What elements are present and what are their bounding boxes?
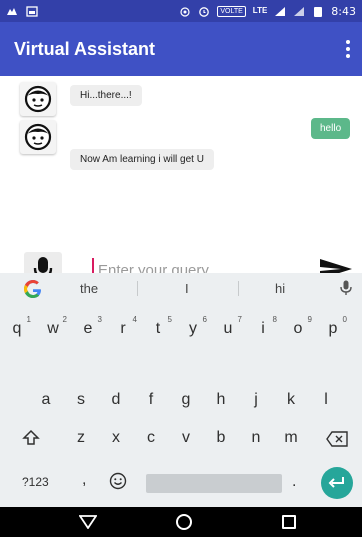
signal-icon	[275, 6, 286, 16]
key-v[interactable]: v	[173, 429, 199, 447]
key-h[interactable]: h	[208, 391, 234, 409]
suggestion-strip: the I hi	[0, 273, 362, 303]
notification-icon	[7, 7, 17, 15]
space-key[interactable]	[146, 474, 282, 493]
bot-message: Now Am learning i will get U	[70, 149, 214, 170]
suggestion-item[interactable]: the	[80, 281, 98, 296]
key-m[interactable]: m	[278, 429, 304, 447]
key-hint: 8	[272, 315, 277, 324]
key-j[interactable]: j	[243, 391, 269, 409]
key-a[interactable]: a	[33, 391, 59, 409]
key-e[interactable]: e3	[75, 315, 102, 338]
period-key[interactable]: .	[292, 473, 296, 491]
bot-message: Hi...there...!	[70, 85, 142, 106]
key-hint: 2	[62, 315, 67, 324]
shift-icon[interactable]	[22, 429, 40, 447]
navigation-bar	[0, 507, 362, 537]
key-y[interactable]: y6	[180, 315, 207, 338]
emoji-icon[interactable]	[109, 472, 127, 490]
suggestion-divider	[238, 281, 239, 296]
key-hint: 1	[26, 315, 31, 324]
key-label: y	[189, 320, 197, 337]
key-o[interactable]: o9	[285, 315, 312, 338]
key-label: i	[261, 320, 265, 337]
key-x[interactable]: x	[103, 429, 129, 447]
hotspot-icon	[180, 6, 190, 17]
more-vert-icon[interactable]	[344, 40, 352, 58]
key-label: o	[293, 320, 303, 337]
volte-badge: VOLTE	[217, 5, 246, 17]
enter-icon	[328, 477, 344, 488]
app-title: Virtual Assistant	[14, 38, 156, 59]
signal-secondary-icon	[294, 6, 305, 16]
image-notification-icon	[26, 5, 38, 17]
key-w[interactable]: w2	[40, 315, 67, 338]
key-l[interactable]: l	[313, 391, 339, 409]
key-hint: 5	[167, 315, 172, 324]
key-f[interactable]: f	[138, 391, 164, 409]
status-bar: VOLTE LTE 8:43	[0, 0, 362, 22]
key-hint: 4	[132, 315, 137, 324]
suggestion-divider	[137, 281, 138, 296]
key-hint: 7	[237, 315, 242, 324]
key-i[interactable]: i8	[250, 315, 277, 338]
voice-input-icon[interactable]	[340, 280, 352, 296]
lte-indicator: LTE	[252, 6, 268, 15]
backspace-icon[interactable]	[326, 431, 348, 447]
key-p[interactable]: p0	[320, 315, 347, 338]
user-message: hello	[311, 118, 351, 139]
clock: 8:43	[331, 4, 356, 18]
key-b[interactable]: b	[208, 429, 234, 447]
key-label: q	[12, 320, 22, 337]
key-label: u	[223, 320, 233, 337]
battery-icon	[314, 6, 323, 17]
key-label: r	[120, 320, 126, 337]
key-label: p	[328, 320, 338, 337]
key-label: e	[83, 320, 93, 337]
key-s[interactable]: s	[68, 391, 94, 409]
key-label: w	[47, 320, 59, 337]
home-icon[interactable]	[176, 514, 192, 530]
comma-key[interactable]: ,	[82, 471, 86, 489]
key-u[interactable]: u7	[215, 315, 242, 338]
alarm-icon	[199, 6, 210, 17]
key-label: t	[155, 320, 161, 337]
suggestion-item[interactable]: I	[185, 281, 189, 296]
suggestion-item[interactable]: hi	[275, 281, 285, 296]
recent-apps-icon[interactable]	[282, 515, 296, 529]
key-n[interactable]: n	[243, 429, 269, 447]
key-c[interactable]: c	[138, 429, 164, 447]
key-q[interactable]: q1	[4, 315, 31, 338]
key-hint: 9	[307, 315, 312, 324]
face-icon	[24, 123, 52, 151]
bot-avatar	[20, 120, 56, 154]
key-d[interactable]: d	[103, 391, 129, 409]
app-bar: Virtual Assistant	[0, 22, 362, 76]
back-icon[interactable]	[79, 515, 97, 529]
symbols-key[interactable]: ?123	[22, 475, 49, 489]
key-t[interactable]: t5	[145, 315, 172, 338]
key-z[interactable]: z	[68, 429, 94, 447]
key-r[interactable]: r4	[110, 315, 137, 338]
key-k[interactable]: k	[278, 391, 304, 409]
key-hint: 3	[97, 315, 102, 324]
key-hint: 0	[342, 315, 347, 324]
key-hint: 6	[202, 315, 207, 324]
enter-key[interactable]	[321, 467, 353, 499]
google-icon[interactable]	[24, 280, 42, 298]
key-g[interactable]: g	[173, 391, 199, 409]
face-icon	[24, 85, 52, 113]
bot-avatar	[20, 82, 56, 116]
keyboard: the I hi q1 w2 e3 r4 t5 y6 u7 i8 o9 p0 a…	[0, 273, 362, 507]
chat-list: Hi...there...! hello Now Am learning i w…	[0, 76, 362, 246]
